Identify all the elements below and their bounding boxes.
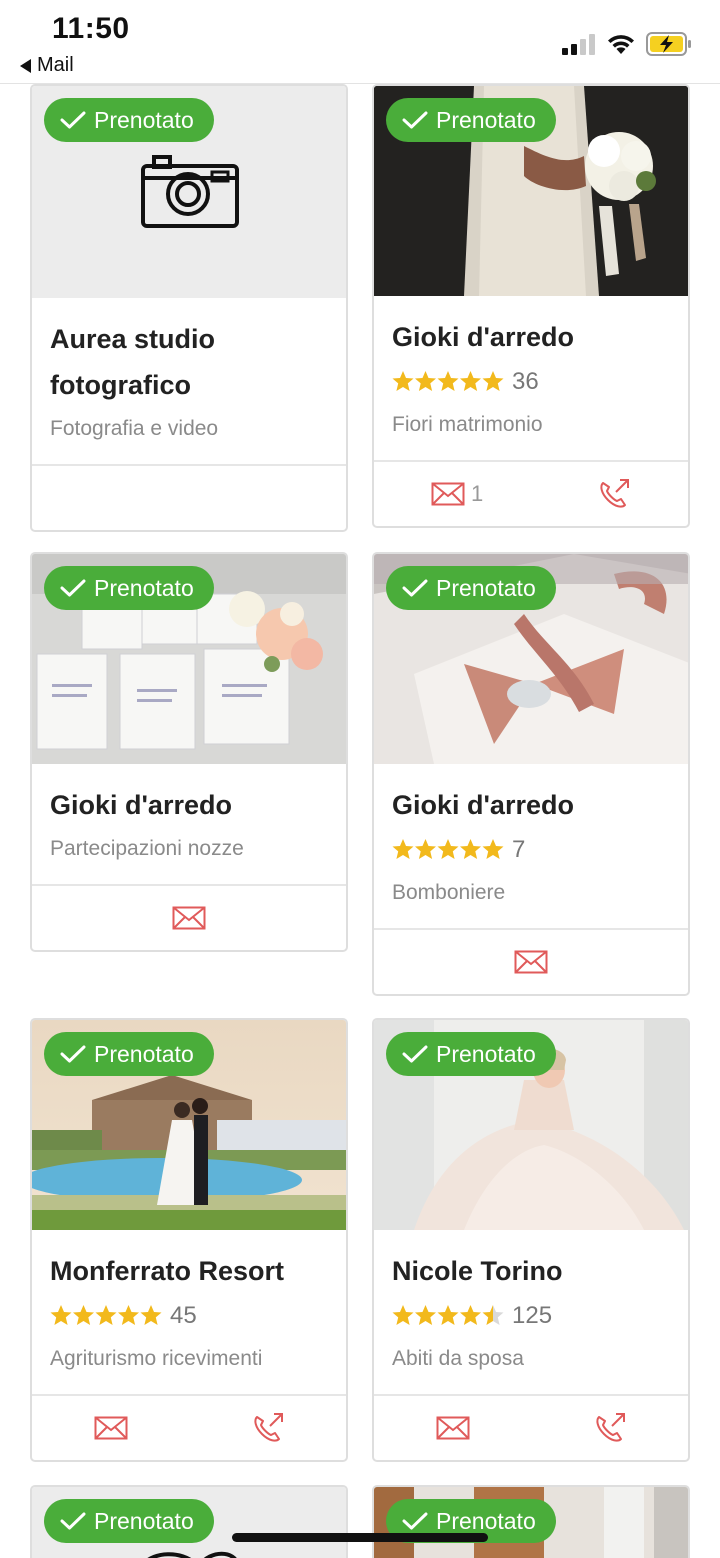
vendor-name: Gioki d'arredo (392, 790, 574, 820)
vendor-category: Bomboniere (392, 881, 506, 904)
booked-badge: Prenotato (44, 1499, 214, 1543)
check-icon (60, 1045, 86, 1063)
star-rating-icon (392, 370, 504, 394)
check-icon (60, 579, 86, 597)
booked-badge: Prenotato (44, 1032, 214, 1076)
message-button[interactable]: 1 (431, 481, 483, 507)
review-count: 7 (512, 836, 526, 863)
vendor-image: Prenotato (374, 1020, 688, 1230)
message-button[interactable] (94, 1416, 128, 1440)
message-button[interactable] (172, 906, 206, 930)
vendor-card[interactable]: Prenotato Gioki d'arredo 7 Bomboniere (372, 552, 690, 996)
mail-icon (94, 1416, 127, 1440)
vendor-name: Gioki d'arredo (392, 322, 574, 352)
vendor-image: Prenotato (32, 554, 346, 764)
vendor-image: Prenotato (374, 1487, 688, 1558)
phone-icon (595, 1413, 625, 1442)
vendor-image: Prenotato (32, 86, 346, 298)
booked-label: Prenotato (94, 574, 194, 601)
phone-icon (253, 1413, 283, 1442)
review-count: 45 (170, 1302, 197, 1329)
card-actions (32, 884, 346, 950)
card-actions (374, 1394, 688, 1460)
vendor-rating: 45 (50, 1294, 328, 1338)
check-icon (60, 111, 86, 129)
vendor-rating: 125 (392, 1294, 670, 1338)
check-icon (402, 1512, 428, 1530)
vendor-card[interactable]: Prenotato Aurea studio fotografico Fotog… (30, 84, 348, 532)
message-count: 1 (470, 481, 484, 506)
home-indicator[interactable] (232, 1533, 488, 1542)
star-rating-icon (392, 838, 504, 862)
mail-icon (172, 906, 206, 930)
signal-icon (562, 34, 595, 55)
review-count: 125 (512, 1302, 553, 1329)
check-icon (402, 579, 428, 597)
placeholder-illustration-icon (147, 1551, 237, 1558)
phone-icon (600, 479, 630, 508)
vendor-card[interactable]: Prenotato (372, 1485, 690, 1558)
back-label: Mail (37, 54, 74, 76)
booked-badge: Prenotato (386, 566, 556, 610)
booked-badge: Prenotato (386, 98, 556, 142)
call-button[interactable] (597, 477, 631, 511)
vendor-category: Abiti da sposa (392, 1347, 524, 1370)
card-actions: 1 (374, 460, 688, 526)
vendor-rating: 7 (392, 828, 670, 872)
booked-label: Prenotato (94, 1040, 194, 1067)
vendor-card[interactable]: Prenotato Nicole Torino 125 Abiti da spo… (372, 1018, 690, 1462)
vendor-category: Partecipazioni nozze (50, 837, 244, 860)
booked-badge: Prenotato (44, 98, 214, 142)
vendor-rating: 36 (392, 360, 670, 404)
vendor-card[interactable]: Prenotato Gioki d'arredo Partecipazioni … (30, 552, 348, 952)
vendor-card[interactable]: Prenotato Gioki d'arredo 36 Fiori matrim… (372, 84, 690, 528)
mail-icon (514, 950, 548, 974)
vendor-name: Aurea studio fotografico (50, 324, 216, 400)
vendor-category: Agriturismo ricevimenti (50, 1347, 263, 1370)
vendor-image: Prenotato (374, 554, 688, 764)
vendor-image: Prenotato (32, 1020, 346, 1230)
mail-icon (431, 482, 465, 506)
vendor-image: Prenotato (374, 86, 688, 296)
vendor-card[interactable]: Prenotato Monferrato Resort 45 Agrituris… (30, 1018, 348, 1462)
vendor-category: Fotografia e video (50, 417, 219, 440)
booked-badge: Prenotato (386, 1032, 556, 1076)
back-to-mail[interactable]: Mail (20, 54, 74, 77)
call-button[interactable] (593, 1411, 627, 1445)
star-rating-icon (50, 1304, 162, 1328)
mail-icon (436, 1416, 469, 1440)
message-button[interactable] (514, 950, 548, 974)
call-button[interactable] (251, 1411, 285, 1445)
status-bar: 11:50 Mail (0, 0, 720, 84)
check-icon (402, 111, 428, 129)
booked-label: Prenotato (436, 1040, 536, 1067)
booked-badge: Prenotato (44, 566, 214, 610)
card-actions (374, 928, 688, 994)
wifi-icon (608, 35, 634, 54)
check-icon (402, 1045, 428, 1063)
booked-label: Prenotato (94, 106, 194, 133)
battery-charging-icon (646, 32, 691, 56)
status-time: 11:50 (52, 12, 130, 45)
check-icon (60, 1512, 86, 1530)
booked-label: Prenotato (436, 106, 536, 133)
vendor-category: Fiori matrimonio (392, 413, 543, 436)
card-actions (32, 1394, 346, 1460)
system-icons (562, 32, 692, 56)
booked-label: Prenotato (436, 574, 536, 601)
vendor-name: Gioki d'arredo (50, 790, 232, 820)
message-button[interactable] (436, 1416, 470, 1440)
vendor-image: Prenotato (32, 1487, 346, 1558)
review-count: 36 (512, 368, 539, 395)
camera-icon (141, 155, 239, 228)
star-rating-icon (392, 1304, 504, 1328)
back-arrow-icon (20, 58, 31, 73)
booked-label: Prenotato (94, 1507, 194, 1534)
vendor-card[interactable]: Prenotato (30, 1485, 348, 1558)
vendor-name: Nicole Torino (392, 1256, 563, 1286)
vendor-name: Monferrato Resort (50, 1256, 285, 1286)
card-actions (32, 464, 346, 530)
booked-label: Prenotato (436, 1507, 536, 1534)
